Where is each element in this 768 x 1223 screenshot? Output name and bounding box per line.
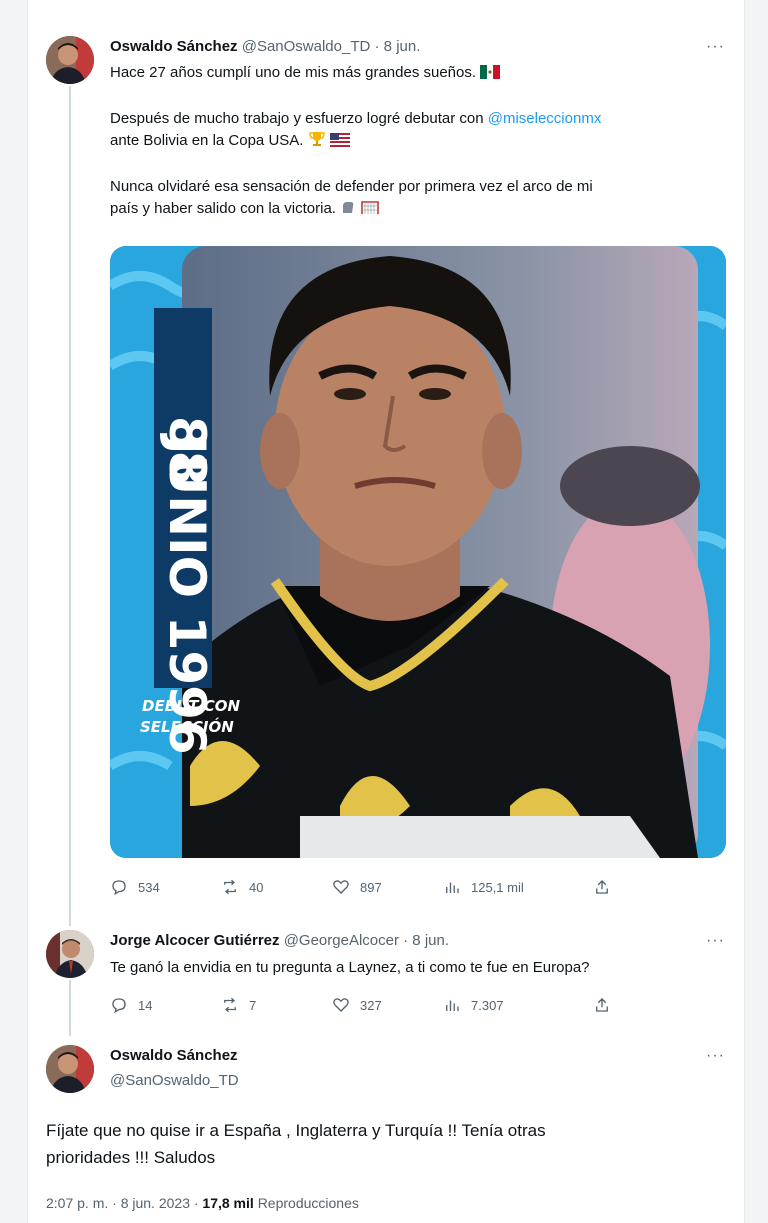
retweet-button[interactable]: 7: [221, 996, 332, 1014]
tweet-actions: 14 7 327 7.307: [110, 996, 611, 1014]
tweet-header: @SanOswaldo_TD: [110, 1072, 239, 1089]
like-button[interactable]: 897: [332, 878, 443, 896]
tweet-text-line: prioridades !!! Saludos: [46, 1148, 216, 1167]
like-count: 327: [360, 997, 382, 1013]
reply-icon: [112, 998, 126, 1014]
like-button[interactable]: 327: [332, 996, 443, 1014]
tweet-actions: 534 40 897 125,1 mil: [110, 878, 611, 896]
reply-count: 14: [138, 997, 153, 1013]
goal-net-icon: [360, 199, 380, 222]
views-count: 125,1 mil: [471, 879, 524, 895]
caption-seleccion: SELECCIÓN: [140, 717, 234, 736]
display-name[interactable]: Oswaldo Sánchez: [110, 1047, 238, 1064]
avatar[interactable]: [46, 930, 94, 978]
handle[interactable]: @SanOswaldo_TD: [242, 38, 371, 55]
more-options-icon[interactable]: ···: [706, 1047, 725, 1065]
retweet-count: 40: [249, 879, 264, 895]
thread-line: [69, 980, 71, 1036]
retweet-icon: [224, 997, 236, 1013]
mention-link[interactable]: @miseleccionmx: [488, 110, 602, 127]
views-count: 7.307: [471, 997, 504, 1013]
more-options-icon[interactable]: ···: [706, 38, 725, 56]
tweet-text-line: país y haber salido con la victoria.: [110, 200, 336, 217]
views-icon: [446, 882, 459, 893]
avatar[interactable]: [46, 36, 94, 84]
share-button[interactable]: [593, 996, 611, 1014]
views-button[interactable]: 7.307: [443, 996, 593, 1014]
tweet-date[interactable]: · 8 jun.: [375, 38, 421, 55]
reply-icon: [112, 880, 126, 896]
views-count: 17,8 mil: [202, 1195, 254, 1211]
more-options-icon[interactable]: ···: [706, 932, 725, 950]
caption-debut: DEBUT CON: [142, 697, 241, 715]
tweet-header: Oswaldo Sánchez: [110, 1047, 238, 1064]
tweet-header: Oswaldo Sánchez @SanOswaldo_TD · 8 jun.: [110, 38, 420, 55]
trophy-icon: [308, 131, 326, 154]
tweet-text-line: Hace 27 años cumplí uno de mis más grand…: [110, 64, 477, 81]
views-label: Reproducciones: [257, 1195, 359, 1211]
tweet-text: Te ganó la envidia en tu pregunta a Layn…: [110, 959, 590, 976]
reply-button[interactable]: 534: [110, 878, 221, 896]
share-button[interactable]: [593, 878, 611, 896]
tweet-text: Fíjate que no quise ir a España , Inglat…: [46, 1117, 726, 1171]
share-icon: [596, 998, 608, 1012]
tweet-text-line: ante Bolivia en la Copa USA.: [110, 132, 304, 149]
views-button[interactable]: 125,1 mil: [443, 878, 593, 896]
mexico-flag-icon: [480, 64, 501, 86]
handle[interactable]: @GeorgeAlcocer: [284, 932, 399, 949]
display-name[interactable]: Jorge Alcocer Gutiérrez: [110, 932, 280, 949]
views-icon: [446, 1000, 459, 1011]
tweet-text: Hace 27 años cumplí uno de mis más grand…: [110, 62, 722, 222]
reply-count: 534: [138, 879, 160, 895]
heart-icon: [333, 880, 349, 894]
tweet-header: Jorge Alcocer Gutiérrez @GeorgeAlcocer ·…: [110, 932, 449, 949]
share-icon: [596, 880, 608, 894]
tweet-text-line: Fíjate que no quise ir a España , Inglat…: [46, 1121, 546, 1140]
retweet-count: 7: [249, 997, 257, 1013]
tweet-text-line: Nunca olvidaré esa sensación de defender…: [110, 178, 593, 195]
reply-button[interactable]: 14: [110, 996, 221, 1014]
tweet-timestamp[interactable]: 2:07 p. m. · 8 jun. 2023 ·: [46, 1195, 199, 1211]
like-count: 897: [360, 879, 382, 895]
tweet-image[interactable]: 88 JUNIO 1996 DEBUT CON SELECCIÓN: [110, 246, 726, 858]
handle[interactable]: @SanOswaldo_TD: [110, 1072, 239, 1089]
display-name[interactable]: Oswaldo Sánchez: [110, 38, 238, 55]
tweet-date[interactable]: · 8 jun.: [403, 932, 449, 949]
tweet-meta: 2:07 p. m. · 8 jun. 2023 · 17,8 mil Repr…: [46, 1195, 359, 1211]
retweet-button[interactable]: 40: [221, 878, 332, 896]
retweet-icon: [224, 879, 236, 895]
tweet-text-line: Después de mucho trabajo y esfuerzo logr…: [110, 110, 488, 127]
heart-icon: [333, 998, 349, 1012]
usa-flag-icon: [329, 132, 350, 154]
goalkeeper-glove-icon: [340, 199, 356, 222]
avatar[interactable]: [46, 1045, 94, 1093]
thread-line: [69, 86, 71, 926]
